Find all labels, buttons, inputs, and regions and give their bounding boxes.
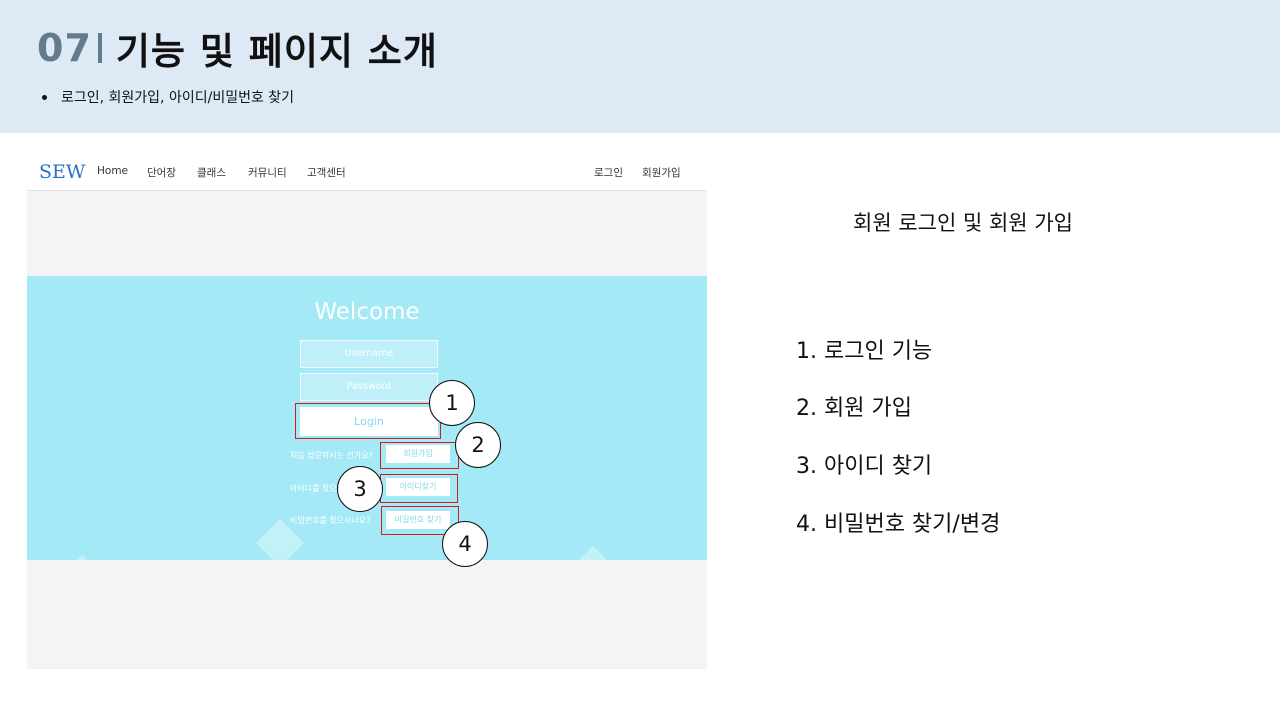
nav-community[interactable]: 커뮤니티 [248, 165, 287, 180]
callout-2: 2 [455, 422, 501, 468]
password-input[interactable]: Password [300, 373, 438, 401]
slide-number: 07 [37, 26, 92, 70]
highlight-find-id [380, 474, 458, 503]
decorative-square [72, 555, 92, 560]
nav-home[interactable]: Home [97, 165, 128, 177]
find-password-text: 비밀번호를 찾으시나요? [290, 516, 371, 525]
bullet-icon [42, 94, 47, 100]
nav-login[interactable]: 로그인 [594, 165, 623, 180]
bullet-text: 로그인, 회원가입, 아이디/비밀번호 찾기 [61, 90, 295, 106]
feature-signup: 2. 회원 가입 [796, 396, 912, 421]
site-logo[interactable]: SEW [39, 161, 85, 183]
slide-title: 07 기능 및 페이지 소개 [37, 24, 438, 73]
slide-bullet: 로그인, 회원가입, 아이디/비밀번호 찾기 [42, 87, 294, 107]
feature-find-id: 3. 아이디 찾기 [796, 454, 933, 479]
site-navbar: SEW Home 단어장 클래스 커뮤니티 고객센터 로그인 회원가입 [27, 153, 707, 191]
callout-4: 4 [442, 521, 488, 567]
nav-wordbook[interactable]: 단어장 [147, 165, 176, 180]
nav-support[interactable]: 고객센터 [307, 165, 346, 180]
highlight-login [295, 403, 441, 439]
feature-find-password: 4. 비밀번호 찾기/변경 [796, 512, 1001, 537]
nav-class[interactable]: 클래스 [197, 165, 226, 180]
highlight-signup [380, 442, 459, 469]
panel-title: 회원 로그인 및 회원 가입 [853, 211, 1073, 235]
nav-signup[interactable]: 회원가입 [642, 165, 681, 180]
title-separator [97, 33, 102, 63]
callout-3: 3 [337, 466, 383, 512]
username-input[interactable]: Username [300, 340, 438, 368]
decorative-square [578, 545, 608, 560]
first-visit-text: 처음 방문하시는 건가요? [290, 451, 373, 460]
welcome-heading: Welcome [314, 299, 420, 325]
feature-login: 1. 로그인 기능 [796, 339, 933, 364]
slide-heading: 기능 및 페이지 소개 [115, 30, 438, 73]
callout-1: 1 [429, 380, 475, 426]
